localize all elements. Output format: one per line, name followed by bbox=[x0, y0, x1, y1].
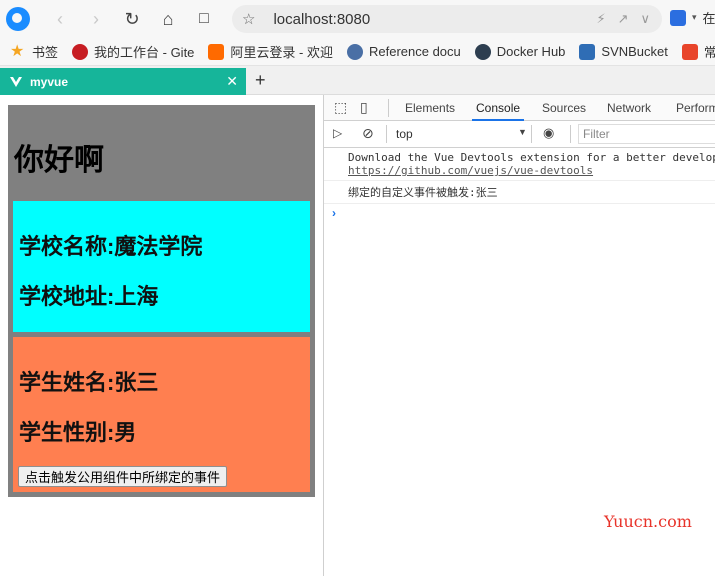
divider bbox=[386, 125, 387, 143]
bookmark-item[interactable]: Docker Hub bbox=[474, 43, 565, 60]
devtools-tabs: ⬚ ▯ Elements Console Sources Network Per… bbox=[324, 95, 715, 121]
refresh-icon[interactable]: ↻ bbox=[118, 5, 146, 33]
clear-console-icon[interactable]: ⊘ bbox=[362, 125, 374, 142]
forward-icon[interactable]: › bbox=[82, 5, 110, 33]
console-filter-input[interactable]: Filter bbox=[578, 124, 715, 144]
inspect-icon[interactable]: ⬚ bbox=[334, 99, 347, 116]
devtools-link[interactable]: https://github.com/vuejs/vue-devtools bbox=[348, 164, 593, 177]
divider bbox=[388, 99, 389, 117]
trigger-event-button[interactable]: 点击触发公用组件中所绑定的事件 bbox=[18, 466, 228, 487]
school-component: 学校名称:魔法学院 学校地址:上海 bbox=[13, 201, 310, 332]
bookmark-item[interactable]: 常 bbox=[681, 42, 715, 61]
home-icon[interactable]: ⌂ bbox=[154, 5, 182, 33]
student-name: 学生姓名:张三 bbox=[19, 370, 159, 395]
csdn-icon bbox=[681, 43, 698, 60]
bookmark-item[interactable]: ★ 书签 bbox=[10, 42, 58, 61]
tab-sources[interactable]: Sources bbox=[542, 101, 586, 115]
star-icon[interactable]: ☆ bbox=[242, 10, 255, 28]
share-icon[interactable]: ↗ bbox=[618, 11, 629, 27]
extension-chevron-icon[interactable]: ▾ bbox=[692, 12, 697, 23]
tab-title: myvue bbox=[30, 74, 69, 89]
bookmark-item[interactable]: SVNBucket bbox=[579, 43, 668, 60]
flash-icon[interactable]: ⚡ bbox=[596, 11, 605, 27]
reader-icon[interactable]: □ bbox=[190, 5, 218, 33]
paw-extension-icon[interactable] bbox=[670, 9, 686, 26]
aliyun-icon bbox=[208, 43, 225, 60]
address-bar[interactable]: ☆ localhost:8080 ⚡ ↗ ∨ bbox=[232, 5, 662, 33]
reference-icon bbox=[346, 43, 363, 60]
page-viewport: 你好啊 学校名称:魔法学院 学校地址:上海 学生姓名:张三 学生性别:男 点击触… bbox=[0, 95, 323, 576]
student-component: 学生姓名:张三 学生性别:男 点击触发公用组件中所绑定的事件 bbox=[13, 337, 310, 492]
docker-icon bbox=[474, 43, 491, 60]
tab-network[interactable]: Network bbox=[607, 101, 651, 115]
vue-icon bbox=[10, 76, 22, 87]
bookmark-item[interactable]: 我的工作台 - Gite bbox=[72, 42, 194, 61]
device-toolbar-icon[interactable]: ▯ bbox=[360, 99, 368, 116]
console-message: Download the Vue Devtools extension for … bbox=[324, 148, 715, 181]
devtools-panel: ⬚ ▯ Elements Console Sources Network Per… bbox=[323, 95, 715, 576]
tab-myvue[interactable]: myvue ✕ bbox=[0, 68, 246, 95]
console-prompt-icon[interactable]: › bbox=[324, 204, 715, 220]
bookmark-item[interactable]: Reference docu bbox=[346, 43, 461, 60]
student-gender: 学生性别:男 bbox=[19, 420, 137, 445]
browser-toolbar: ‹ › ↻ ⌂ □ ☆ localhost:8080 ⚡ ↗ ∨ ▾ 在 bbox=[0, 0, 715, 38]
svnbucket-icon bbox=[579, 43, 596, 60]
console-toolbar: ▷ ⊘ top ▼ ◉ Filter bbox=[324, 121, 715, 148]
bookmark-star-icon: ★ bbox=[10, 42, 25, 60]
school-address: 学校地址:上海 bbox=[19, 284, 159, 309]
divider bbox=[531, 125, 532, 143]
chevron-down-icon[interactable]: ∨ bbox=[640, 11, 650, 27]
toolbar-overflow-text: 在 bbox=[702, 11, 715, 26]
back-icon[interactable]: ‹ bbox=[46, 5, 74, 33]
school-name: 学校名称:魔法学院 bbox=[19, 234, 203, 259]
tab-bar: myvue ✕ + bbox=[0, 66, 715, 95]
browser-logo-icon bbox=[6, 7, 30, 31]
new-tab-icon[interactable]: + bbox=[255, 70, 266, 91]
context-dropdown-icon[interactable]: ▼ bbox=[518, 127, 527, 137]
close-icon[interactable]: ✕ bbox=[226, 73, 238, 90]
context-selector[interactable]: top bbox=[396, 127, 413, 141]
tab-performance[interactable]: Perform bbox=[676, 101, 715, 115]
app-container: 你好啊 学校名称:魔法学院 学校地址:上海 学生姓名:张三 学生性别:男 点击触… bbox=[8, 105, 315, 497]
event-log: 绑定的自定义事件被触发:张三 bbox=[348, 186, 498, 199]
devtools-notice: Download the Vue Devtools extension for … bbox=[348, 151, 715, 164]
tab-console[interactable]: Console bbox=[471, 101, 525, 121]
divider bbox=[570, 125, 571, 143]
sidebar-toggle-icon[interactable]: ▷ bbox=[333, 126, 342, 140]
tab-elements[interactable]: Elements bbox=[405, 101, 455, 115]
eye-icon[interactable]: ◉ bbox=[543, 125, 554, 141]
console-message: 绑定的自定义事件被触发:张三 bbox=[324, 181, 715, 204]
gitee-icon bbox=[72, 43, 89, 60]
bookmarks-bar: ★ 书签 我的工作台 - Gite 阿里云登录 - 欢迎 Reference do… bbox=[0, 38, 715, 66]
address-url: localhost:8080 bbox=[273, 10, 371, 28]
watermark: Yuucn.com bbox=[604, 512, 692, 531]
bookmark-item[interactable]: 阿里云登录 - 欢迎 bbox=[208, 42, 333, 61]
page-heading: 你好啊 bbox=[14, 144, 104, 177]
